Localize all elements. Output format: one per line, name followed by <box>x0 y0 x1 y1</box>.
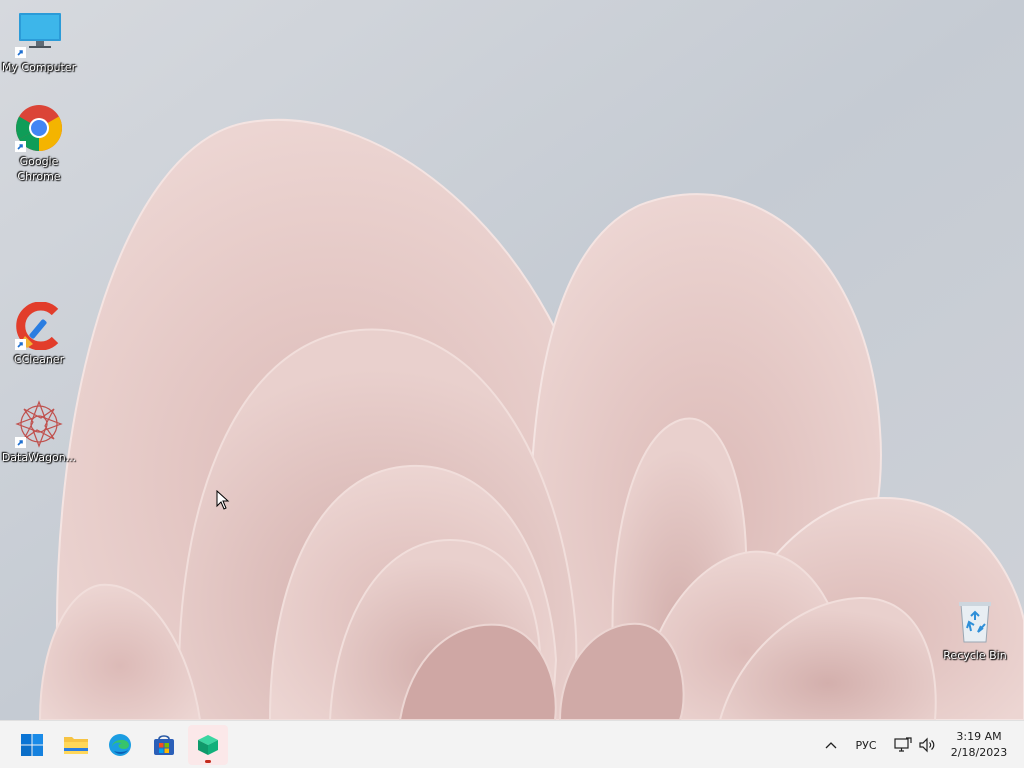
desktop-icon-my-computer[interactable]: My Computer <box>0 10 78 75</box>
clock-time: 3:19 AM <box>956 730 1002 743</box>
bloom-wallpaper <box>0 0 1024 720</box>
desktop-icon-datawagon[interactable]: DataWagon... <box>0 400 78 465</box>
taskbar: РУС 3:19 AM 2/18/2023 <box>0 720 1024 768</box>
desktop-icon-label: DataWagon... <box>1 451 77 464</box>
shortcut-arrow-icon <box>15 339 26 350</box>
network-button[interactable] <box>892 721 914 769</box>
running-app-button[interactable] <box>188 725 228 765</box>
desktop-icon-recycle-bin[interactable]: Recycle Bin <box>936 598 1014 663</box>
windows-start-icon <box>21 734 43 756</box>
store-button[interactable] <box>144 725 184 765</box>
clock-date: 2/18/2023 <box>950 746 1008 759</box>
volume-button[interactable] <box>916 721 938 769</box>
desktop-icon-label: Recycle Bin <box>943 649 1007 662</box>
desktop-icon-google-chrome[interactable]: Google Chrome <box>0 104 78 184</box>
edge-button[interactable] <box>100 725 140 765</box>
network-icon <box>894 737 912 752</box>
green-cube-icon <box>198 735 218 755</box>
folder-icon <box>64 737 88 754</box>
file-explorer-button[interactable] <box>56 725 96 765</box>
desktop-icon-label: My Computer <box>1 61 77 74</box>
input-language-indicator[interactable]: РУС <box>850 721 882 769</box>
desktop[interactable]: My Computer Google Chrome CCleaner DataW… <box>0 0 1024 720</box>
chevron-up-icon <box>825 742 837 749</box>
desktop-icon-label: Google Chrome <box>17 155 61 183</box>
ccleaner-icon <box>15 301 63 351</box>
edge-icon <box>109 734 131 756</box>
show-hidden-icons-button[interactable] <box>820 721 842 769</box>
recycle-bin-icon <box>951 598 999 646</box>
shortcut-arrow-icon <box>15 141 26 152</box>
start-button[interactable] <box>12 725 52 765</box>
speaker-icon <box>919 737 935 753</box>
datawagon-icon <box>15 400 63 448</box>
running-indicator <box>205 760 211 763</box>
shortcut-arrow-icon <box>15 437 26 448</box>
desktop-icon-ccleaner[interactable]: CCleaner <box>0 301 78 367</box>
shortcut-arrow-icon <box>15 47 26 58</box>
clock-button[interactable]: 3:19 AM 2/18/2023 <box>944 729 1014 761</box>
chrome-icon <box>15 104 63 152</box>
mouse-pointer-icon <box>216 490 230 510</box>
store-icon <box>154 735 174 755</box>
desktop-icon-label: CCleaner <box>13 353 65 366</box>
language-label: РУС <box>855 738 877 752</box>
monitor-icon <box>15 10 63 58</box>
